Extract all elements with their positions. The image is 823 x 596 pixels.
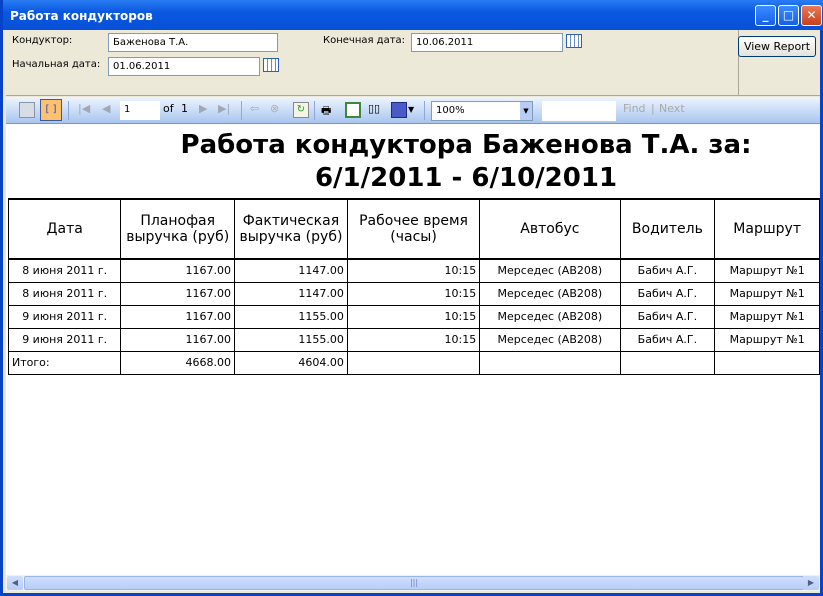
table-cell: 10:15 (346, 281, 481, 306)
column-header: Фактическая выручка (руб) (234, 198, 348, 260)
scroll-left-icon[interactable]: ◀ (7, 576, 23, 590)
start-date-input[interactable]: 01.06.2011 (108, 57, 260, 76)
refresh-icon[interactable]: ↻ (293, 102, 309, 118)
table-cell: 9 июня 2011 г. (7, 327, 122, 352)
empty-cell (714, 350, 820, 375)
parameters-panel: Кондуктор: Баженова Т.А. Начальная дата:… (6, 30, 820, 96)
column-header: Планофая выручка (руб) (120, 198, 236, 260)
table-cell: Бабич А.Г. (619, 327, 716, 352)
conductor-input[interactable]: Баженова Т.А. (108, 33, 278, 52)
report-window: Работа кондукторов _ □ ✕ Кондуктор: Баже… (0, 0, 823, 596)
scroll-right-icon[interactable]: ▶ (803, 576, 819, 590)
table-cell: 1155.00 (234, 304, 348, 329)
table-cell: 8 июня 2011 г. (7, 281, 122, 306)
horizontal-scrollbar[interactable]: ◀ ||| ▶ (6, 575, 820, 591)
column-header: Водитель (619, 198, 716, 260)
last-page-icon[interactable]: ▶| (218, 102, 230, 119)
table-cell: Мерседес (АВ208) (479, 327, 621, 352)
empty-cell (479, 350, 621, 375)
table-cell: Бабич А.Г. (619, 258, 716, 283)
table-cell: 1167.00 (120, 258, 236, 283)
table-cell: 1167.00 (120, 327, 236, 352)
column-header: Рабочее время (часы) (346, 198, 481, 260)
total-pages: 1 (181, 102, 188, 115)
find-separator: | (651, 102, 655, 115)
document-map-icon[interactable] (19, 102, 35, 118)
table-cell: 1147.00 (234, 281, 348, 306)
table-row: 8 июня 2011 г. 1167.00 1147.00 10:15 Мерседе… (7, 281, 820, 306)
table-cell: Мерседес (АВ208) (479, 304, 621, 329)
maximize-button[interactable]: □ (778, 5, 799, 26)
table-cell: 8 июня 2011 г. (7, 258, 122, 283)
table-row: 8 июня 2011 г. 1167.00 1147.00 10:15 Мерседе… (7, 258, 820, 283)
total-fact-cell: 4604.00 (234, 350, 348, 375)
view-report-button[interactable]: View Report (738, 36, 816, 57)
end-date-label: Конечная дата: (323, 35, 406, 46)
chevron-down-icon[interactable]: ▼ (520, 102, 532, 120)
close-button[interactable]: ✕ (801, 5, 822, 26)
column-header: Дата (7, 198, 122, 260)
next-page-icon[interactable]: ▶ (199, 102, 207, 119)
scrollbar-thumb[interactable]: ||| (24, 576, 804, 590)
empty-cell (619, 350, 716, 375)
find-link[interactable]: Find (623, 102, 646, 119)
table-cell: 10:15 (346, 327, 481, 352)
of-label: of (163, 102, 174, 115)
table-cell: 1167.00 (120, 304, 236, 329)
calendar-icon[interactable] (263, 58, 279, 72)
table-cell: Маршрут №1 (714, 281, 820, 306)
print-icon[interactable]: 🖶 (321, 102, 331, 119)
column-header: Маршрут (714, 198, 820, 260)
conductor-label: Кондуктор: (12, 35, 73, 46)
report-title-line1: Работа кондуктора Баженова Т.А. за: (180, 130, 752, 160)
print-layout-icon[interactable] (345, 102, 361, 118)
zoom-value: 100% (436, 105, 465, 116)
table-row: 9 июня 2011 г. 1167.00 1155.00 10:15 Мерседе… (7, 304, 820, 329)
table-cell: 1155.00 (234, 327, 348, 352)
table-row: 9 июня 2011 г. 1167.00 1155.00 10:15 Мерседе… (7, 327, 820, 352)
table-cell: Бабич А.Г. (619, 304, 716, 329)
window-title: Работа кондукторов (10, 9, 153, 23)
table-cell: 1167.00 (120, 281, 236, 306)
empty-cell (346, 350, 481, 375)
find-input[interactable] (542, 101, 616, 121)
table-cell: 9 июня 2011 г. (7, 304, 122, 329)
report-table: Дата Планофая выручка (руб) Фактическая вы… (7, 198, 820, 375)
table-cell: 10:15 (346, 258, 481, 283)
table-cell: Мерседес (АВ208) (479, 258, 621, 283)
minimize-button[interactable]: _ (755, 5, 776, 26)
total-plan-cell: 4668.00 (120, 350, 236, 375)
table-cell: Бабич А.Г. (619, 281, 716, 306)
back-icon[interactable]: ⇦ (250, 102, 259, 119)
table-cell: Маршрут №1 (714, 327, 820, 352)
total-row: Итого: 4668.00 4604.00 (7, 350, 820, 375)
table-cell: Мерседес (АВ208) (479, 281, 621, 306)
report-title-line2: 6/1/2011 - 6/10/2011 (314, 163, 618, 193)
report-viewer: Работа кондуктора Баженова Т.А. за: 6/1/… (6, 124, 820, 575)
export-save-icon[interactable] (391, 102, 407, 118)
start-date-label: Начальная дата: (12, 59, 101, 70)
first-page-icon[interactable]: |◀ (78, 102, 90, 119)
page-setup-icon[interactable]: ▯▯ (368, 102, 380, 119)
column-header: Автобус (479, 198, 621, 260)
stop-icon[interactable]: ⊗ (270, 102, 279, 119)
export-dropdown-icon[interactable]: ▼ (408, 105, 414, 122)
report-toolbar: [ ] |◀ ◀ 1 of 1 ▶ ▶| ⇦ ⊗ ↻ 🖶 ▯▯ ▼ 100% ▼ … (6, 97, 820, 124)
total-label-cell: Итого: (7, 350, 122, 375)
page-number-input[interactable]: 1 (120, 101, 160, 120)
table-cell: Маршрут №1 (714, 304, 820, 329)
previous-page-icon[interactable]: ◀ (102, 102, 110, 119)
title-bar: Работа кондукторов _ □ ✕ (3, 0, 823, 30)
table-cell: Маршрут №1 (714, 258, 820, 283)
parameters-toggle-icon[interactable]: [ ] (40, 99, 62, 121)
end-date-input[interactable]: 10.06.2011 (411, 33, 563, 52)
zoom-select[interactable]: 100% ▼ (431, 101, 533, 121)
calendar-icon[interactable] (566, 34, 582, 48)
next-link[interactable]: Next (659, 102, 685, 119)
table-cell: 10:15 (346, 304, 481, 329)
table-cell: 1147.00 (234, 258, 348, 283)
